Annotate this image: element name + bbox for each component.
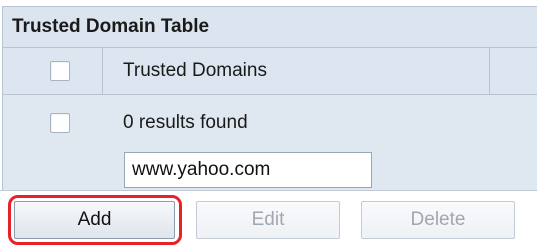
table-row: 0 results found	[3, 95, 537, 191]
select-all-checkbox[interactable]	[50, 61, 70, 81]
row-checkbox[interactable]	[50, 113, 70, 133]
add-button[interactable]: Add	[14, 201, 175, 239]
results-count-text: 0 results found	[123, 112, 248, 133]
table-header-row: Trusted Domains	[3, 48, 537, 95]
column-divider	[489, 48, 490, 94]
delete-button[interactable]: Delete	[361, 201, 515, 239]
column-divider	[102, 48, 103, 94]
table-title: Trusted Domain Table	[12, 16, 210, 37]
trusted-domain-panel: Trusted Domain Table Trusted Domains 0 r…	[0, 0, 537, 249]
table-title-bar: Trusted Domain Table	[3, 7, 537, 48]
edit-button[interactable]: Edit	[196, 201, 340, 239]
column-header-trusted-domains: Trusted Domains	[123, 60, 267, 81]
trusted-domain-input[interactable]	[124, 152, 372, 188]
trusted-domain-table: Trusted Domain Table Trusted Domains 0 r…	[2, 6, 537, 191]
button-bar: Add Edit Delete	[0, 190, 537, 249]
